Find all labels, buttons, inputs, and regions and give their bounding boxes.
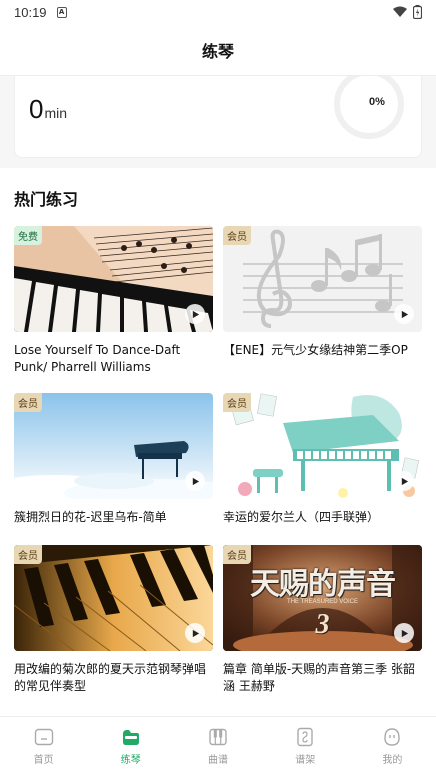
wifi-icon bbox=[393, 6, 407, 17]
hot-practice-section: 热门练习 免费 Lose Yourself To Dance-Daft Punk… bbox=[0, 168, 436, 716]
play-icon[interactable] bbox=[185, 304, 205, 324]
tab-label: 曲谱 bbox=[208, 755, 228, 766]
card-title: 篇章 简单版-天赐的声音第三季 张韶涵 王赫野 bbox=[223, 662, 415, 693]
vip-badge: 会员 bbox=[223, 226, 251, 245]
piano-in-clouds-image bbox=[14, 393, 213, 499]
status-icons bbox=[393, 5, 422, 19]
tab-home[interactable]: 首页 bbox=[0, 717, 87, 775]
vip-badge: 会员 bbox=[223, 393, 251, 412]
card-thumbnail[interactable]: 会员 bbox=[223, 226, 422, 332]
home-icon bbox=[34, 728, 53, 746]
golden-piano-keys-image bbox=[14, 545, 213, 651]
bottom-tab-bar: 首页 练琴 曲谱 谱架 我的 bbox=[0, 716, 436, 775]
sim-icon: A bbox=[56, 6, 67, 18]
tab-label: 练琴 bbox=[120, 755, 141, 766]
card-thumbnail[interactable]: 天赐的声音 THE TREASURED VOICE 3 会员 bbox=[223, 545, 422, 651]
vip-badge: 会员 bbox=[14, 545, 42, 564]
practice-stats-card: 0min 0% bbox=[14, 76, 422, 158]
tab-music-stand[interactable]: 谱架 bbox=[262, 717, 349, 775]
poster-season-number: 3 bbox=[315, 609, 330, 640]
card-thumbnail[interactable]: 免费 bbox=[14, 226, 213, 332]
minutes-unit: min bbox=[44, 105, 68, 121]
green-piano-illustration-image bbox=[223, 393, 422, 499]
tab-profile[interactable]: 我的 bbox=[349, 717, 436, 775]
status-time: 10:19 bbox=[14, 4, 47, 20]
practice-minutes: 0min bbox=[29, 94, 67, 125]
card-title: 用改编的菊次郎的夏天示范钢琴弹唱的常见伴奏型 bbox=[14, 662, 207, 693]
card-title: 簇拥烈日的花-迟里乌布-简单 bbox=[14, 510, 167, 524]
practice-card[interactable]: 会员 幸运的爱尔兰人（四手联弹） bbox=[223, 393, 422, 526]
play-icon[interactable] bbox=[185, 623, 205, 643]
profile-icon bbox=[384, 728, 401, 746]
practice-card[interactable]: 天赐的声音 THE TREASURED VOICE 3 会员 篇章 简单版-天赐… bbox=[223, 545, 422, 695]
card-title: Lose Yourself To Dance-Daft Punk/ Pharre… bbox=[14, 343, 181, 374]
practice-card[interactable]: 会员 【ENE】元气少女缘结神第二季OP bbox=[223, 226, 422, 359]
tab-label: 谱架 bbox=[295, 755, 316, 766]
status-bar: 10:19 A bbox=[0, 0, 436, 24]
practice-card[interactable]: 免费 Lose Yourself To Dance-Daft Punk/ Pha… bbox=[14, 226, 213, 376]
card-title: 幸运的爱尔兰人（四手联弹） bbox=[223, 510, 380, 524]
play-icon[interactable] bbox=[394, 304, 414, 324]
page-title: 练琴 bbox=[201, 41, 234, 61]
battery-icon bbox=[413, 5, 422, 19]
tab-practice[interactable]: 练琴 bbox=[87, 717, 174, 775]
practice-card[interactable]: 会员 簇拥烈日的花-迟里乌布-简单 bbox=[14, 393, 213, 526]
minutes-value: 0 bbox=[29, 94, 44, 124]
music-notes-image bbox=[223, 226, 422, 332]
sheet-music-piano-image bbox=[14, 226, 213, 332]
card-thumbnail[interactable]: 会员 bbox=[223, 393, 422, 499]
practice-icon bbox=[122, 730, 139, 745]
vip-badge: 会员 bbox=[14, 393, 42, 412]
poster-title: 天赐的声音 bbox=[250, 567, 396, 602]
section-title: 热门练习 bbox=[14, 190, 79, 209]
card-thumbnail[interactable]: 会员 bbox=[14, 393, 213, 499]
vip-badge: 会员 bbox=[223, 545, 251, 564]
play-icon[interactable] bbox=[394, 471, 414, 491]
title-bar: 练琴 bbox=[0, 24, 436, 76]
play-icon[interactable] bbox=[185, 471, 205, 491]
piano-keys-icon bbox=[209, 728, 227, 746]
progress-percent: 0% bbox=[369, 96, 385, 108]
poster-subtitle: THE TREASURED VOICE bbox=[287, 599, 358, 605]
tab-label: 首页 bbox=[33, 755, 54, 766]
tab-label: 我的 bbox=[382, 755, 403, 766]
card-title: 【ENE】元气少女缘结神第二季OP bbox=[223, 343, 408, 357]
progress-ring bbox=[334, 76, 404, 139]
music-stand-icon bbox=[297, 727, 313, 747]
free-badge: 免费 bbox=[14, 226, 42, 245]
tab-scores[interactable]: 曲谱 bbox=[174, 717, 261, 775]
main-content[interactable]: 0min 0% 热门练习 免费 Lose Yourself To Dance-D… bbox=[0, 76, 436, 716]
practice-card[interactable]: 会员 用改编的菊次郎的夏天示范钢琴弹唱的常见伴奏型 bbox=[14, 545, 213, 695]
card-thumbnail[interactable]: 会员 bbox=[14, 545, 213, 651]
play-icon[interactable] bbox=[394, 623, 414, 643]
